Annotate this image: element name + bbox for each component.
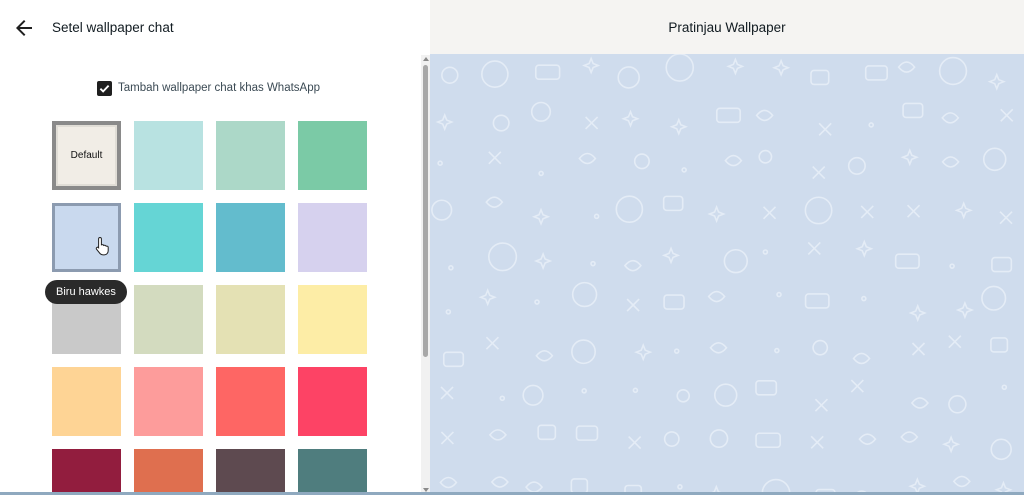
doodle-pattern: [431, 54, 1014, 495]
wallpaper-swatch[interactable]: [298, 285, 367, 354]
swatch-tooltip: Biru hawkes: [45, 280, 127, 304]
panel-header: Setel wallpaper chat: [0, 0, 430, 55]
swatch-default-label: Default: [70, 150, 103, 161]
wallpaper-swatch[interactable]: [298, 121, 367, 190]
doodle-option-row[interactable]: Tambah wallpaper chat khas WhatsApp: [97, 79, 320, 97]
wallpaper-swatch[interactable]: [298, 203, 367, 272]
back-button[interactable]: [12, 16, 36, 40]
wallpaper-settings-window: Setel wallpaper chat Tambah wallpaper ch…: [0, 0, 1024, 495]
swatch-default[interactable]: Default: [52, 121, 121, 190]
wallpaper-swatch[interactable]: [216, 285, 285, 354]
wallpaper-swatch[interactable]: [52, 367, 121, 436]
wallpaper-swatch[interactable]: [298, 449, 367, 495]
wallpaper-swatch[interactable]: [134, 285, 203, 354]
wallpaper-settings-panel: Setel wallpaper chat Tambah wallpaper ch…: [0, 0, 430, 495]
wallpaper-swatch[interactable]: [134, 367, 203, 436]
wallpaper-swatch[interactable]: [134, 121, 203, 190]
scroll-up-arrow-icon[interactable]: [423, 57, 429, 61]
wallpaper-swatch[interactable]: [216, 367, 285, 436]
arrow-left-icon: [16, 20, 32, 36]
wallpaper-swatch[interactable]: [216, 449, 285, 495]
scrollbar[interactable]: [421, 55, 430, 495]
preview-header: Pratinjau Wallpaper: [430, 0, 1024, 54]
wallpaper-preview: [430, 54, 1024, 495]
wallpaper-swatch[interactable]: [298, 367, 367, 436]
scroll-thumb[interactable]: [423, 65, 428, 357]
swatch-biru-hawkes[interactable]: [52, 203, 121, 272]
preview-title: Pratinjau Wallpaper: [668, 19, 786, 35]
wallpaper-swatch[interactable]: [134, 449, 203, 495]
doodle-checkbox-label: Tambah wallpaper chat khas WhatsApp: [118, 82, 320, 94]
wallpaper-swatch[interactable]: [216, 121, 285, 190]
wallpaper-swatch[interactable]: [52, 449, 121, 495]
hand-cursor-icon: [95, 236, 109, 256]
page-title: Setel wallpaper chat: [52, 20, 174, 35]
wallpaper-preview-panel: Pratinjau Wallpaper: [430, 0, 1024, 495]
doodle-checkbox[interactable]: [97, 80, 112, 96]
checkmark-icon: [99, 84, 110, 93]
wallpaper-swatch[interactable]: [216, 203, 285, 272]
wallpaper-swatch[interactable]: [134, 203, 203, 272]
